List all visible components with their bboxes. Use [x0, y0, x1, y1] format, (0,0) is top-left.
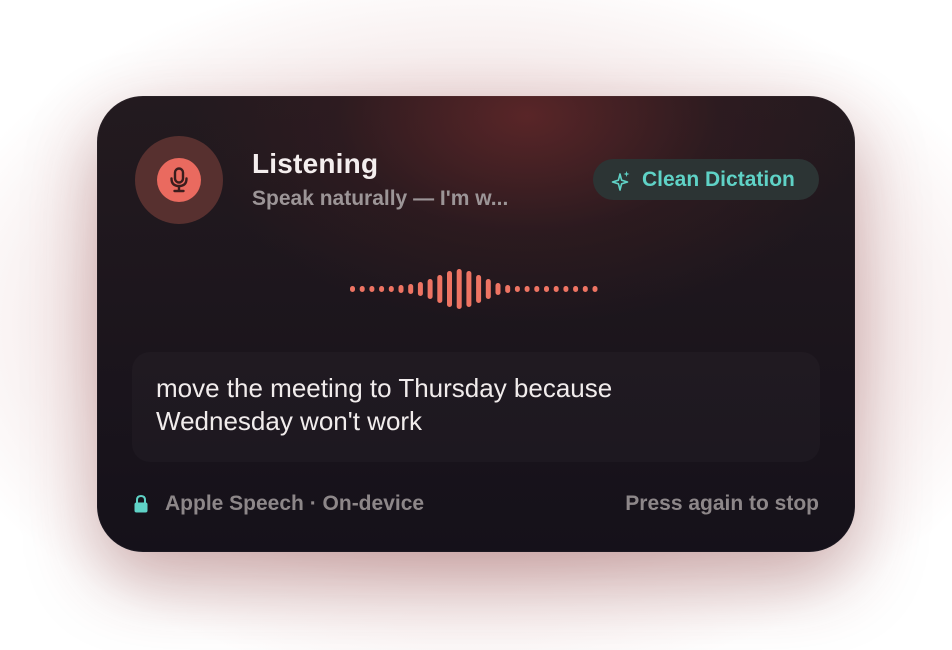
waveform-bar: [398, 285, 404, 293]
clean-dictation-button[interactable]: Clean Dictation: [593, 159, 819, 200]
engine-label: Apple Speech · On-device: [165, 492, 425, 515]
microphone-icon: [170, 167, 188, 193]
waveform-bar: [553, 286, 559, 292]
waveform-bar: [563, 286, 569, 292]
waveform-bar: [466, 271, 472, 307]
audio-waveform: [350, 269, 598, 309]
waveform-bar: [417, 282, 423, 296]
transcript-text: move the meeting to Thursday because Wed…: [156, 373, 613, 436]
dictation-panel: Listening Speak naturally — I'm w... Cle…: [97, 96, 855, 552]
sparkles-icon: [611, 170, 631, 191]
waveform-bar: [514, 286, 520, 292]
waveform-bar: [379, 286, 385, 292]
waveform-bar: [505, 285, 511, 293]
waveform-bar: [437, 275, 443, 303]
waveform-bar: [369, 286, 375, 292]
waveform-bar: [495, 283, 501, 295]
waveform-bar: [524, 286, 530, 292]
waveform-bar: [350, 286, 355, 292]
stop-hint: Press again to stop: [625, 492, 819, 515]
waveform-bar: [582, 286, 588, 292]
lock-icon: [134, 494, 148, 513]
waveform-bar: [534, 286, 540, 292]
waveform-bar: [447, 271, 452, 307]
status-title: Listening: [252, 148, 379, 179]
mic-indicator: [157, 158, 201, 202]
transcript-box: move the meeting to Thursday because Wed…: [132, 352, 820, 462]
waveform-bar: [544, 286, 549, 292]
waveform-bar: [359, 286, 365, 292]
waveform-bar: [476, 275, 482, 303]
clean-dictation-label: Clean Dictation: [642, 167, 795, 191]
waveform-bar: [388, 286, 394, 292]
waveform-bar: [592, 286, 598, 292]
waveform-bar: [427, 279, 433, 299]
waveform-bar: [456, 269, 462, 309]
waveform-bar: [408, 284, 414, 294]
mic-button[interactable]: [135, 136, 223, 224]
status-subtitle: Speak naturally — I'm w...: [252, 187, 509, 210]
waveform-bar: [573, 286, 579, 292]
waveform-bar: [485, 279, 491, 299]
